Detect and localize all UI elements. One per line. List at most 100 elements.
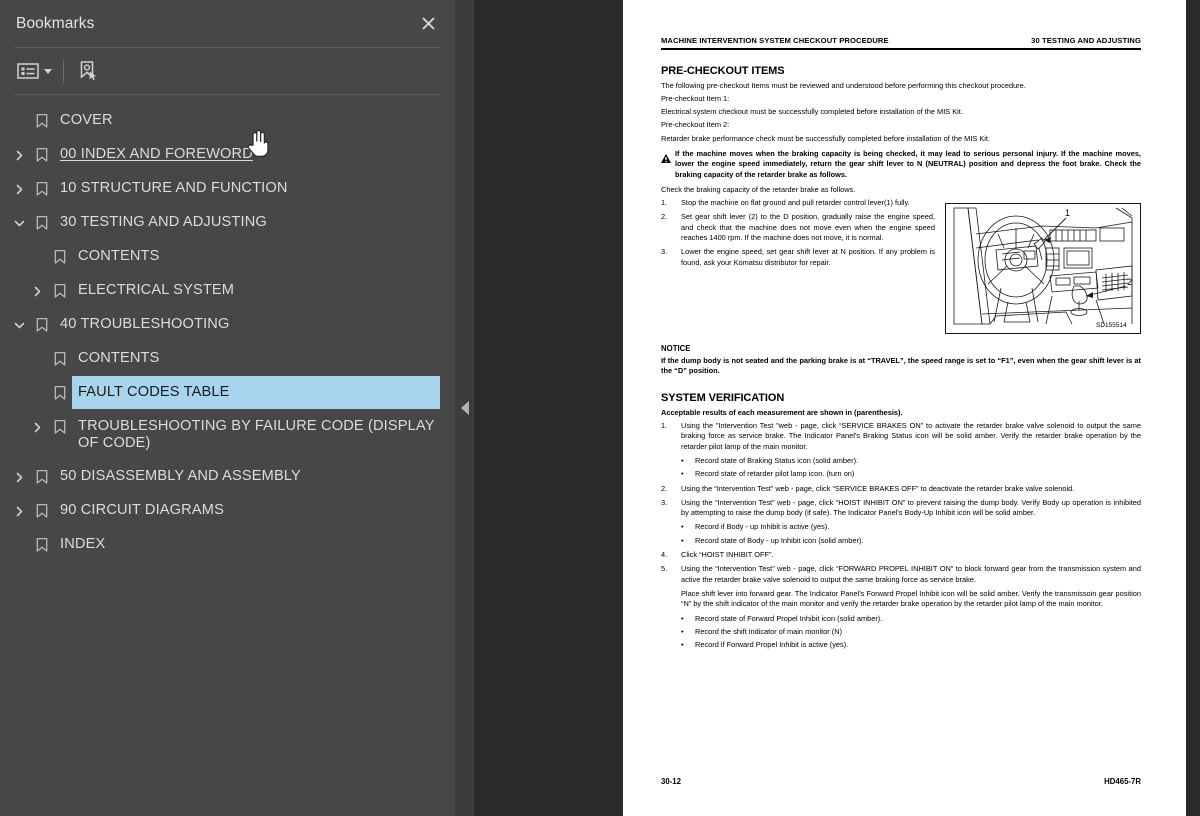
bookmark-item-troubleshooting-by-failure-code-display-of-code[interactable]: TROUBLESHOOTING BY FAILURE CODE (DISPLAY… bbox=[0, 410, 455, 460]
bookmarks-panel-header: Bookmarks bbox=[0, 0, 455, 47]
chevron-right-icon[interactable] bbox=[8, 460, 30, 494]
list-item: 3. Using the “Intervention Test” web - p… bbox=[661, 498, 1141, 519]
list-item: 4. Click “HOIST INHIBIT OFF”. bbox=[661, 550, 1141, 560]
toolbar-separator bbox=[63, 59, 64, 83]
chevron-down-icon[interactable] bbox=[8, 308, 30, 342]
bookmark-icon bbox=[48, 342, 72, 376]
bookmark-item-label: 30 TESTING AND ADJUSTING bbox=[60, 214, 267, 230]
bookmarks-toolbar bbox=[0, 48, 455, 94]
bookmark-icon bbox=[30, 138, 54, 172]
step-number: 3. bbox=[661, 497, 668, 507]
chevron-right-icon[interactable] bbox=[26, 274, 48, 308]
warning-text: If the machine moves when the braking ca… bbox=[675, 148, 1141, 179]
bookmark-item-contents[interactable]: CONTENTS bbox=[0, 240, 455, 274]
new-bookmark-icon[interactable] bbox=[74, 56, 102, 86]
bullet-text: Record the shift indicator of main monit… bbox=[695, 626, 843, 636]
warning-triangle-icon bbox=[661, 149, 672, 168]
bookmarks-tree[interactable]: COVER 00 INDEX AND FOREWORD 10 STRUCTURE A… bbox=[0, 95, 455, 816]
step-text: Using the “Intervention Test” web - page… bbox=[681, 497, 1141, 518]
running-head-left: MACHINE INTERVENTION SYSTEM CHECKOUT PRO… bbox=[661, 36, 889, 45]
list-options-icon[interactable] bbox=[14, 56, 55, 86]
list-item: 3. Lower the engine speed, set gear shif… bbox=[661, 247, 935, 268]
pdf-reader-window: Bookmarks COVER 00 INDEX AND FOREWORD 10… bbox=[0, 0, 1200, 816]
bookmark-twisty-placeholder bbox=[26, 376, 48, 410]
step-text: Stop the machine on flat ground and pull… bbox=[681, 198, 910, 208]
step-number: 4. bbox=[661, 550, 668, 560]
step-number: 5. bbox=[661, 564, 668, 574]
bullet-marker: • bbox=[681, 455, 684, 465]
bookmark-item-10-structure-and-function[interactable]: 10 STRUCTURE AND FUNCTION bbox=[0, 172, 455, 206]
pdf-page: MACHINE INTERVENTION SYSTEM CHECKOUT PRO… bbox=[623, 0, 1186, 816]
step-number: 1. bbox=[661, 421, 668, 431]
close-icon[interactable] bbox=[415, 11, 441, 37]
bookmark-icon bbox=[48, 240, 72, 274]
bookmark-item-cover[interactable]: COVER bbox=[0, 104, 455, 138]
bookmark-icon bbox=[30, 308, 54, 342]
bookmark-item-00-index-and-foreword[interactable]: 00 INDEX AND FOREWORD bbox=[0, 138, 455, 172]
list-item: • Record state of Forward Propel Inhibit… bbox=[661, 614, 1141, 624]
bullet-marker: • bbox=[681, 613, 684, 623]
step-number: 2. bbox=[661, 212, 668, 222]
bookmark-item-90-circuit-diagrams[interactable]: 90 CIRCUIT DIAGRAMS bbox=[0, 494, 455, 528]
running-head: MACHINE INTERVENTION SYSTEM CHECKOUT PRO… bbox=[661, 36, 1141, 45]
page-number: 30-12 bbox=[661, 777, 681, 786]
chevron-down-icon bbox=[44, 68, 52, 74]
chevron-down-icon[interactable] bbox=[8, 206, 30, 240]
after-warning-text: Check the braking capacity of the retard… bbox=[661, 184, 856, 194]
step-text: Click “HOIST INHIBIT OFF”. bbox=[681, 550, 774, 560]
collapse-panel-handle[interactable] bbox=[455, 0, 474, 816]
bullet-text: Record if Body - up Inhibit is active (y… bbox=[695, 522, 830, 532]
bookmark-item-label: FAULT CODES TABLE bbox=[71, 375, 441, 410]
precheckout-item1-text: Electrical system checkout must be succe… bbox=[661, 107, 963, 117]
verification-closing-paragraph: Place shift lever into forward gear. The… bbox=[681, 588, 1141, 609]
list-item: 2. Set gear shift lever (2) to the D pos… bbox=[661, 212, 935, 243]
bookmark-item-label: 00 INDEX AND FOREWORD bbox=[60, 146, 253, 162]
bookmarks-panel: Bookmarks COVER 00 INDEX AND FOREWORD 10… bbox=[0, 0, 455, 816]
bookmark-item-label: COVER bbox=[60, 112, 113, 128]
bookmark-item-label: CONTENTS bbox=[78, 248, 160, 264]
bookmark-item-label: INDEX bbox=[60, 536, 106, 552]
running-head-rule bbox=[661, 47, 1141, 50]
collapse-panel-arrow-icon bbox=[460, 401, 469, 415]
bookmark-icon bbox=[30, 460, 54, 494]
figure-callout-1: 1 bbox=[1065, 208, 1070, 218]
list-item: • Record if Body - up Inhibit is active … bbox=[661, 522, 1141, 532]
bookmark-item-label: CONTENTS bbox=[78, 350, 160, 366]
notice-heading: NOTICE bbox=[661, 344, 691, 354]
step-number: 1. bbox=[661, 198, 668, 208]
bookmark-icon bbox=[48, 376, 72, 410]
running-head-right: 30 TESTING AND ADJUSTING bbox=[1031, 36, 1141, 45]
bookmark-twisty-placeholder bbox=[26, 342, 48, 376]
bookmark-item-50-disassembly-and-assembly[interactable]: 50 DISASSEMBLY AND ASSEMBLY bbox=[0, 460, 455, 494]
bookmark-item-index[interactable]: INDEX bbox=[0, 528, 455, 562]
bookmark-item-electrical-system[interactable]: ELECTRICAL SYSTEM bbox=[0, 274, 455, 308]
step-number: 2. bbox=[661, 483, 668, 493]
chevron-right-icon[interactable] bbox=[8, 138, 30, 172]
verification-lead: Acceptable results of each measurement a… bbox=[661, 407, 903, 417]
bookmark-item-fault-codes-table[interactable]: FAULT CODES TABLE bbox=[0, 375, 455, 410]
chevron-right-icon[interactable] bbox=[8, 494, 30, 528]
bookmark-icon bbox=[30, 104, 54, 138]
bookmark-item-contents[interactable]: CONTENTS bbox=[0, 342, 455, 376]
precheckout-heading: PRE-CHECKOUT ITEMS bbox=[661, 64, 785, 77]
bullet-marker: • bbox=[681, 469, 684, 479]
step-text: Using the “Intervention Test” web - page… bbox=[681, 483, 1075, 493]
bookmark-icon bbox=[30, 206, 54, 240]
bookmark-icon bbox=[48, 274, 72, 308]
verification-step1-bullets: • Record state of Braking Status icon (s… bbox=[661, 456, 1141, 480]
verification-steps-3: 4. Click “HOIST INHIBIT OFF”. 5. Using t… bbox=[661, 550, 1141, 585]
bullet-text: Record state of retarder pilot lamp icon… bbox=[695, 469, 855, 479]
document-viewer[interactable]: MACHINE INTERVENTION SYSTEM CHECKOUT PRO… bbox=[455, 0, 1200, 816]
bookmark-twisty-placeholder bbox=[8, 104, 30, 138]
chevron-right-icon[interactable] bbox=[8, 172, 30, 206]
bookmark-item-30-testing-and-adjusting[interactable]: 30 TESTING AND ADJUSTING bbox=[0, 206, 455, 240]
precheckout-item2-label: Pre-checkout Item 2: bbox=[661, 120, 730, 130]
page-footer: 30-12 HD465-7R bbox=[661, 777, 1141, 786]
bookmark-item-40-troubleshooting[interactable]: 40 TROUBLESHOOTING bbox=[0, 308, 455, 342]
precheckout-item1-label: Pre-checkout Item 1: bbox=[661, 93, 730, 103]
step-number: 3. bbox=[661, 247, 668, 257]
bullet-marker: • bbox=[681, 640, 684, 650]
precheckout-item2-text: Retarder brake performance check must be… bbox=[661, 133, 991, 143]
chevron-right-icon[interactable] bbox=[26, 410, 48, 444]
verification-step3-bullets: • Record if Body - up Inhibit is active … bbox=[661, 522, 1141, 546]
